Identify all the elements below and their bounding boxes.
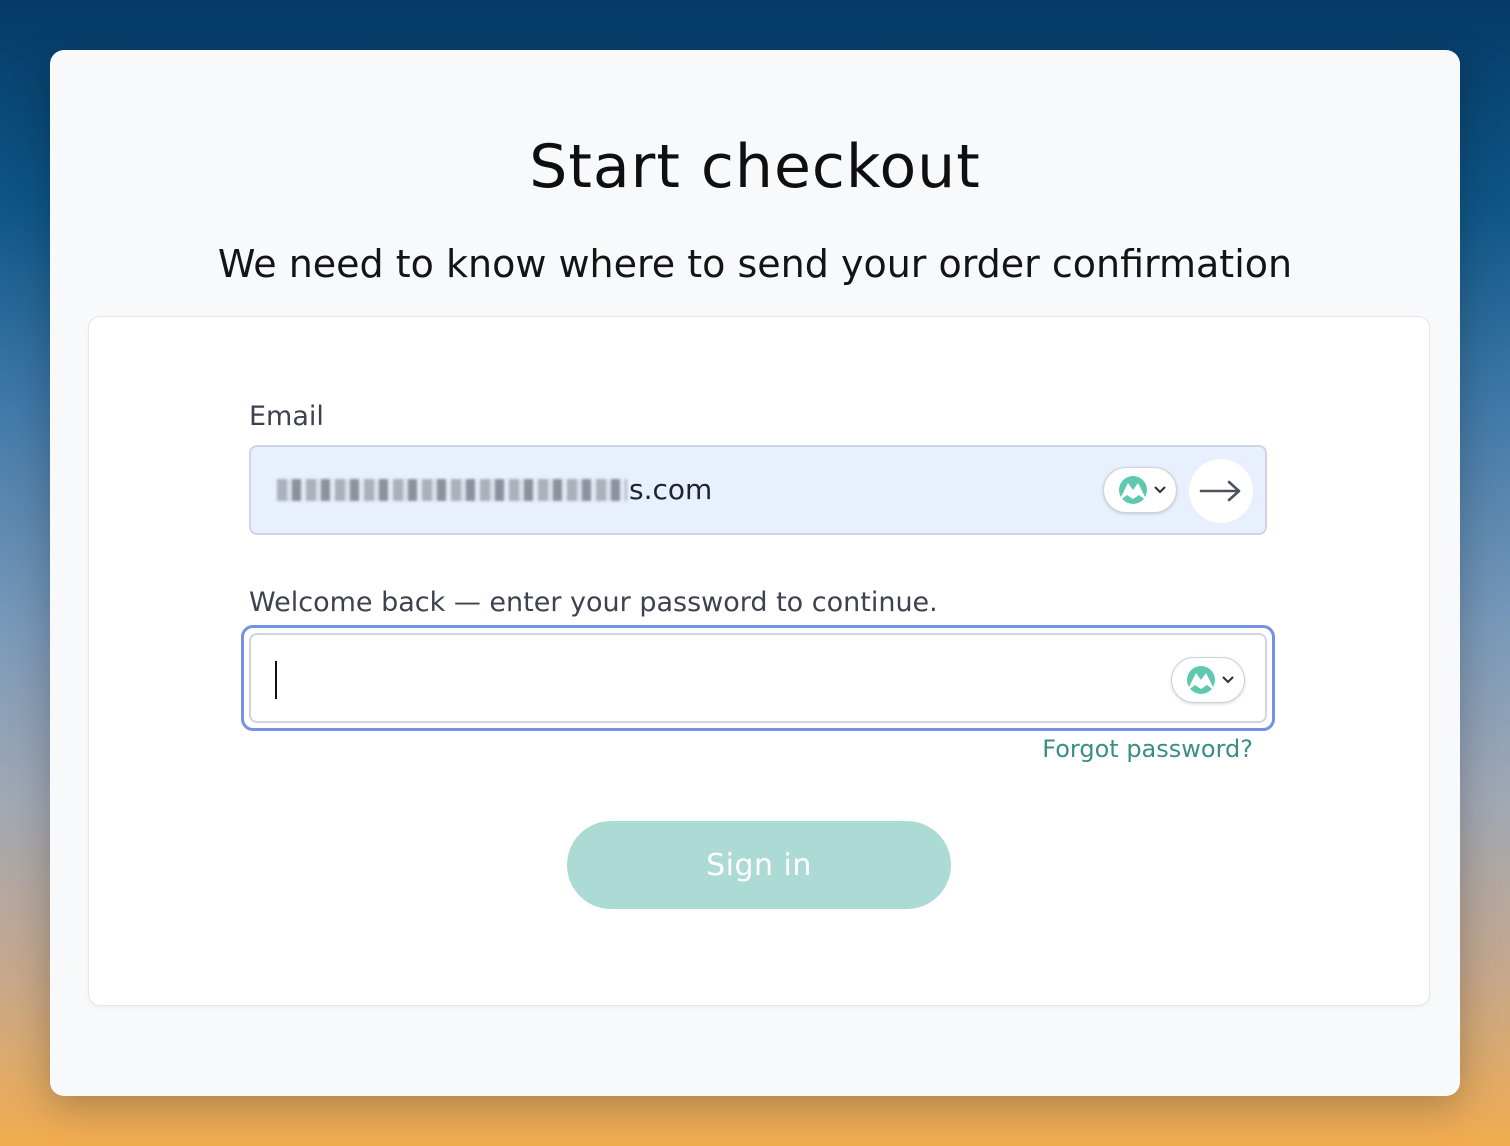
sign-in-card: Email s.com Welcome back — enter your pa… [88,316,1430,1006]
chevron-down-icon [1154,486,1165,494]
redacted-email-part [277,478,627,501]
sign-in-button[interactable]: Sign in [567,821,951,909]
email-value-visible: s.com [629,473,713,506]
email-label: Email [249,401,324,432]
checkout-modal: Start checkout We need to know where to … [50,50,1460,1096]
password-manager-button[interactable] [1171,657,1245,703]
email-value: s.com [277,473,712,506]
page-title: Start checkout [529,132,981,202]
mountain-logo-icon [1186,666,1215,694]
password-prompt: Welcome back — enter your password to co… [249,587,938,618]
text-cursor [275,661,277,699]
password-manager-button[interactable] [1103,467,1177,513]
continue-arrow-button[interactable] [1189,459,1253,523]
page-subtitle: We need to know where to send your order… [217,242,1293,286]
password-field[interactable] [249,633,1267,723]
email-field[interactable]: s.com [249,445,1267,535]
forgot-password-link[interactable]: Forgot password? [989,735,1253,763]
mountain-logo-icon [1118,476,1147,504]
chevron-down-icon [1222,676,1233,684]
arrow-right-icon [1199,480,1241,502]
